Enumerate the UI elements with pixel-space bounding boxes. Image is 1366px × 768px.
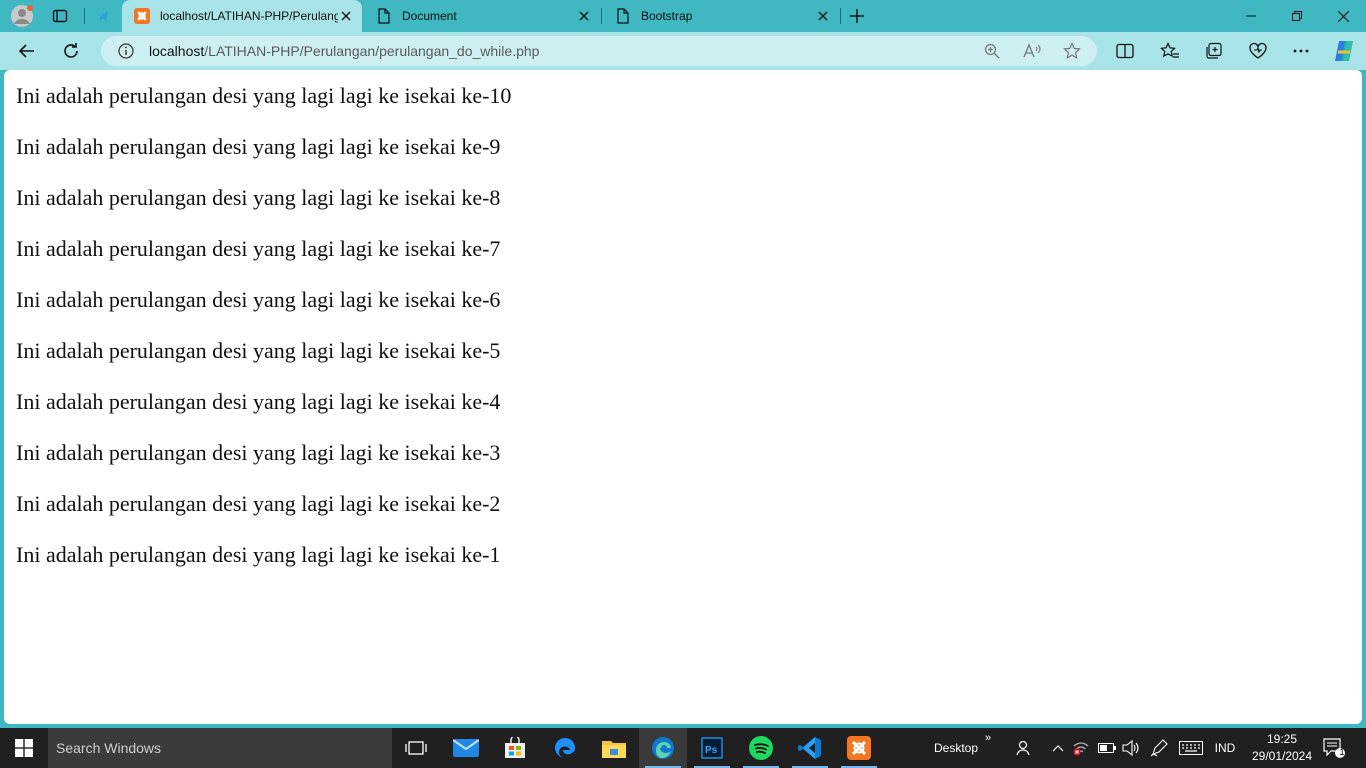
battery-icon[interactable] <box>1096 728 1118 768</box>
copilot-icon[interactable] <box>1330 37 1358 65</box>
loop-line: Ini adalah perulangan desi yang lagi lag… <box>16 134 501 159</box>
loop-line: Ini adalah perulangan desi yang lagi lag… <box>16 389 501 414</box>
address-bar[interactable]: localhost/LATIHAN-PHP/Perulangan/perulan… <box>101 36 1097 66</box>
volume-icon[interactable] <box>1120 728 1142 768</box>
url-path: /LATIHAN-PHP/Perulangan/perulangan_do_wh… <box>204 43 540 59</box>
loop-line: Ini adalah perulangan desi yang lagi lag… <box>16 83 512 108</box>
edge-legacy-icon[interactable] <box>541 728 589 768</box>
file-explorer-icon[interactable] <box>590 728 638 768</box>
store-icon[interactable] <box>491 728 539 768</box>
svg-text:Ps: Ps <box>705 745 718 756</box>
notification-count: 1 <box>1339 747 1345 757</box>
favorites-icon[interactable] <box>1156 37 1184 65</box>
profile-avatar-icon[interactable] <box>10 4 34 28</box>
loop-line: Ini adalah perulangan desi yang lagi lag… <box>16 542 501 567</box>
loop-line: Ini adalah perulangan desi yang lagi lag… <box>16 491 501 516</box>
new-tab-button[interactable] <box>845 4 869 28</box>
collections-icon[interactable] <box>1200 37 1228 65</box>
pen-workspace-icon[interactable] <box>1148 728 1170 768</box>
browser-toolbar: localhost/LATIHAN-PHP/Perulangan/perulan… <box>0 32 1366 70</box>
people-icon[interactable] <box>1010 728 1036 768</box>
loop-line: Ini adalah perulangan desi yang lagi lag… <box>16 287 501 312</box>
favorite-star-icon[interactable] <box>1062 41 1082 61</box>
loop-line: Ini adalah perulangan desi yang lagi lag… <box>16 338 501 363</box>
back-button[interactable] <box>13 37 41 65</box>
close-icon[interactable] <box>576 8 592 24</box>
close-window-button[interactable] <box>1320 0 1366 32</box>
action-center-icon[interactable]: 1 <box>1318 728 1350 768</box>
tab-title: Document <box>402 9 457 23</box>
tab-title: localhost/LATIHAN-PHP/Perulangan/perulan… <box>160 9 338 23</box>
split-screen-icon[interactable] <box>1111 37 1139 65</box>
edge-icon[interactable] <box>639 728 687 768</box>
desktop-toolbar-label[interactable]: Desktop <box>926 728 986 768</box>
tab-bootstrap[interactable]: Bootstrap <box>603 0 839 32</box>
clock[interactable]: 19:25 29/01/2024 <box>1250 731 1314 765</box>
browser-essentials-icon[interactable] <box>1244 37 1272 65</box>
tab-actions-icon[interactable] <box>48 4 72 28</box>
touch-keyboard-icon[interactable] <box>1177 728 1205 768</box>
tab-active[interactable]: localhost/LATIHAN-PHP/Perulangan/perulan… <box>122 0 362 32</box>
tab-strip: localhost/LATIHAN-PHP/Perulangan/perulan… <box>0 0 1366 32</box>
toolbar-expand-icon[interactable]: » <box>982 728 994 768</box>
read-aloud-icon[interactable] <box>1022 41 1042 61</box>
clock-time: 19:25 <box>1266 732 1298 746</box>
tab-title: Bootstrap <box>641 9 693 23</box>
mail-icon[interactable] <box>442 728 490 768</box>
tab-document[interactable]: Document <box>364 0 600 32</box>
zoom-icon[interactable] <box>982 41 1002 61</box>
page-content: Ini adalah perulangan desi yang lagi lag… <box>4 70 1362 724</box>
page-icon <box>376 8 392 24</box>
start-button[interactable] <box>0 728 48 768</box>
desktop-label: Desktop <box>933 741 979 755</box>
network-disconnected-icon[interactable] <box>1070 728 1092 768</box>
search-input[interactable]: Search Windows <box>48 728 392 768</box>
divider <box>601 8 602 24</box>
minimize-button[interactable] <box>1228 0 1274 32</box>
close-icon[interactable] <box>815 8 831 24</box>
language-label: IND <box>1214 741 1236 755</box>
vscode-icon[interactable] <box>786 728 834 768</box>
input-language[interactable]: IND <box>1210 728 1240 768</box>
page-icon <box>615 8 631 24</box>
taskbar: Search Windows Ps Desktop » IND 19:25 29… <box>0 728 1366 768</box>
xampp-icon[interactable] <box>835 728 883 768</box>
spotify-icon[interactable] <box>737 728 785 768</box>
restore-button[interactable] <box>1274 0 1320 32</box>
photoshop-icon[interactable]: Ps <box>688 728 736 768</box>
xampp-icon <box>134 8 150 24</box>
loop-line: Ini adalah perulangan desi yang lagi lag… <box>16 236 501 261</box>
search-placeholder: Search Windows <box>56 740 162 756</box>
close-icon[interactable] <box>338 8 354 24</box>
divider <box>840 8 841 24</box>
more-menu-icon[interactable] <box>1287 37 1315 65</box>
url-host: localhost <box>149 43 205 59</box>
refresh-button[interactable] <box>57 37 85 65</box>
telegram-icon[interactable] <box>91 4 115 28</box>
loop-line: Ini adalah perulangan desi yang lagi lag… <box>16 440 501 465</box>
clock-date: 29/01/2024 <box>1251 749 1313 763</box>
loop-line: Ini adalah perulangan desi yang lagi lag… <box>16 185 501 210</box>
url-text[interactable]: localhost/LATIHAN-PHP/Perulangan/perulan… <box>149 43 539 59</box>
chevron-up-icon[interactable] <box>1046 728 1070 768</box>
site-info-icon[interactable] <box>116 41 136 61</box>
task-view-icon[interactable] <box>392 728 440 768</box>
divider <box>84 8 85 24</box>
